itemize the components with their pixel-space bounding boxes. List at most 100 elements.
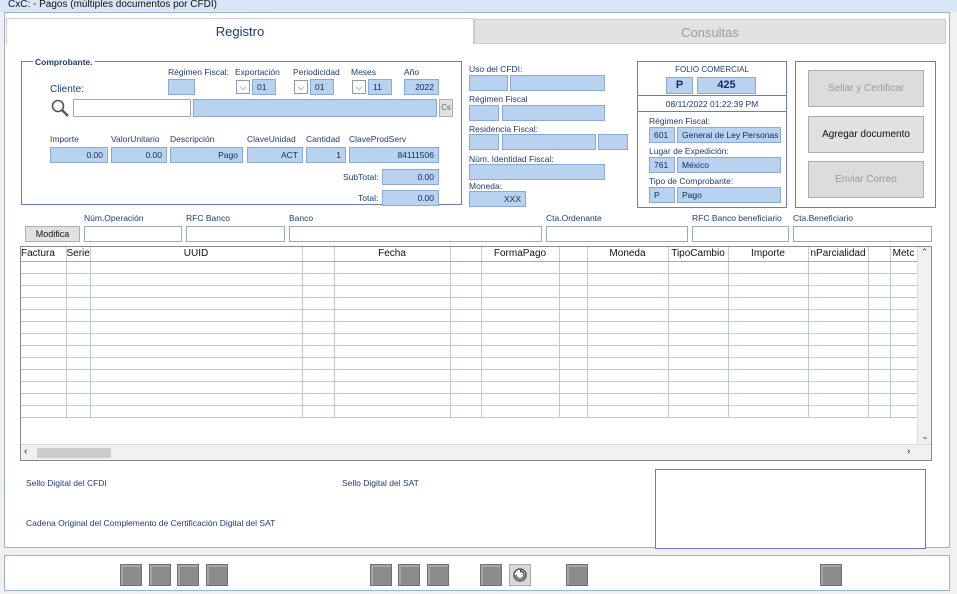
- grid-cell[interactable]: [21, 345, 67, 358]
- grid-header-cell[interactable]: Moneda: [587, 247, 669, 262]
- enviar-correo-button[interactable]: Enviar Correo: [808, 161, 924, 198]
- grid-header-cell[interactable]: nParcialidad: [808, 247, 869, 262]
- grid-header-cell[interactable]: Metc: [890, 247, 918, 262]
- grid-cell[interactable]: [450, 357, 482, 370]
- grid-cell[interactable]: [302, 321, 335, 334]
- grid-cell[interactable]: [302, 261, 335, 274]
- table-row[interactable]: [21, 321, 918, 334]
- grid-header-cell[interactable]: [302, 247, 335, 262]
- tab-registro[interactable]: Registro: [6, 18, 474, 44]
- grid-cell[interactable]: [890, 357, 918, 370]
- scroll-thumb[interactable]: [37, 448, 111, 458]
- grid-cell[interactable]: [21, 309, 67, 322]
- grid-cell[interactable]: [481, 369, 560, 382]
- cta-ordenante-input[interactable]: [546, 226, 688, 242]
- delete-button[interactable]: [427, 564, 449, 586]
- grid-cell[interactable]: [302, 273, 335, 286]
- grid-cell[interactable]: [559, 321, 588, 334]
- grid-cell[interactable]: [66, 393, 91, 406]
- grid-cell[interactable]: [890, 297, 918, 310]
- grid-cell[interactable]: [668, 357, 729, 370]
- table-row[interactable]: [21, 333, 918, 346]
- grid-cell[interactable]: [559, 273, 588, 286]
- grid-cell[interactable]: [481, 285, 560, 298]
- new-button[interactable]: [370, 564, 392, 586]
- grid-cell[interactable]: [587, 333, 669, 346]
- grid-cell[interactable]: [66, 369, 91, 382]
- grid-cell[interactable]: [334, 381, 451, 394]
- grid-cell[interactable]: [868, 405, 891, 418]
- grid-cell[interactable]: [890, 345, 918, 358]
- grid-cell[interactable]: [21, 357, 67, 370]
- grid-header-cell[interactable]: [868, 247, 891, 262]
- grid-cell[interactable]: [450, 369, 482, 382]
- grid-cell[interactable]: [481, 309, 560, 322]
- grid-cell[interactable]: [890, 309, 918, 322]
- grid-cell[interactable]: [334, 261, 451, 274]
- grid-cell[interactable]: [868, 369, 891, 382]
- grid-cell[interactable]: [450, 261, 482, 274]
- grid-cell[interactable]: [450, 405, 482, 418]
- grid-cell[interactable]: [668, 393, 729, 406]
- save-button[interactable]: [398, 564, 420, 586]
- next-record-button[interactable]: [177, 564, 199, 586]
- grid-cell[interactable]: [668, 309, 729, 322]
- grid-header-cell[interactable]: [450, 247, 482, 262]
- exportacion-field[interactable]: 01: [252, 79, 276, 95]
- grid-cell[interactable]: [21, 333, 67, 346]
- grid-cell[interactable]: [808, 357, 869, 370]
- grid-header-cell[interactable]: Serie: [66, 247, 91, 262]
- grid-cell[interactable]: [481, 321, 560, 334]
- grid-cell[interactable]: [90, 381, 303, 394]
- grid-cell[interactable]: [808, 261, 869, 274]
- grid-cell[interactable]: [868, 273, 891, 286]
- grid-cell[interactable]: [587, 345, 669, 358]
- grid-cell[interactable]: [302, 285, 335, 298]
- grid-cell[interactable]: [450, 345, 482, 358]
- grid-cell[interactable]: [668, 321, 729, 334]
- grid-cell[interactable]: [587, 405, 669, 418]
- grid-cell[interactable]: [868, 357, 891, 370]
- table-row[interactable]: [21, 357, 918, 370]
- documents-grid[interactable]: Factura Serie UUID Fecha FormaPago Moneda Tipo…: [20, 246, 932, 461]
- grid-cell[interactable]: [808, 297, 869, 310]
- num-operacion-input[interactable]: [84, 226, 182, 242]
- grid-cell[interactable]: [668, 285, 729, 298]
- grid-cell[interactable]: [302, 369, 335, 382]
- grid-cell[interactable]: [890, 393, 918, 406]
- grid-cell[interactable]: [728, 297, 809, 310]
- grid-cell[interactable]: [808, 309, 869, 322]
- grid-cell[interactable]: [890, 333, 918, 346]
- grid-cell[interactable]: [728, 261, 809, 274]
- grid-cell[interactable]: [481, 405, 560, 418]
- grid-cell[interactable]: [302, 297, 335, 310]
- grid-cell[interactable]: [808, 405, 869, 418]
- grid-cell[interactable]: [587, 273, 669, 286]
- grid-cell[interactable]: [90, 345, 303, 358]
- grid-cell[interactable]: [868, 345, 891, 358]
- grid-cell[interactable]: [66, 405, 91, 418]
- anio-field[interactable]: 2022: [404, 79, 439, 95]
- grid-cell[interactable]: [890, 321, 918, 334]
- grid-cell[interactable]: [66, 357, 91, 370]
- grid-cell[interactable]: [21, 381, 67, 394]
- grid-header-cell[interactable]: [559, 247, 588, 262]
- grid-cell[interactable]: [668, 297, 729, 310]
- grid-cell[interactable]: [302, 345, 335, 358]
- grid-header-cell[interactable]: UUID: [90, 247, 303, 262]
- grid-cell[interactable]: [808, 345, 869, 358]
- grid-cell[interactable]: [21, 321, 67, 334]
- first-record-button[interactable]: [120, 564, 142, 586]
- grid-cell[interactable]: [481, 357, 560, 370]
- grid-cell[interactable]: [890, 261, 918, 274]
- grid-cell[interactable]: [728, 369, 809, 382]
- cta-beneficiario-input[interactable]: [793, 226, 932, 242]
- refresh-icon[interactable]: [509, 564, 531, 586]
- grid-cell[interactable]: [334, 357, 451, 370]
- cliente-code-input[interactable]: [73, 99, 191, 117]
- grid-cell[interactable]: [868, 381, 891, 394]
- grid-horizontal-scrollbar[interactable]: ‹ ›: [21, 444, 931, 460]
- grid-cell[interactable]: [334, 405, 451, 418]
- grid-cell[interactable]: [90, 405, 303, 418]
- grid-cell[interactable]: [808, 381, 869, 394]
